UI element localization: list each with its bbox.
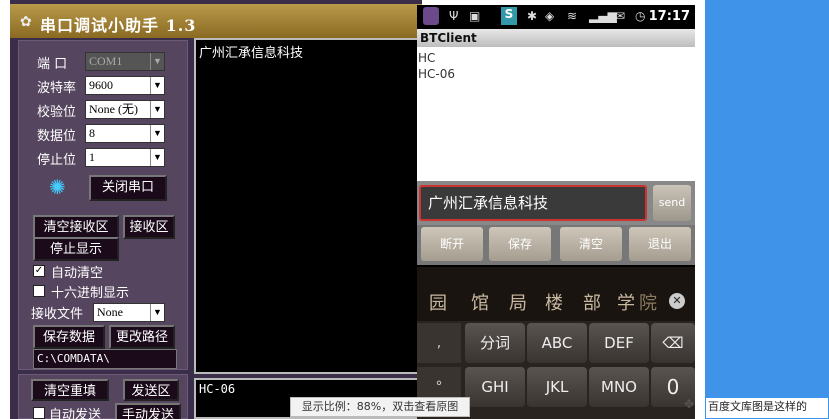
screenshot: ✿ 串口调试小助手 1.3 端 口 COM1 ▼ 波特率 9600 ▼ 校验位 No… <box>0 0 829 419</box>
port-label: 端 口 <box>37 57 68 72</box>
candidate[interactable]: 部 <box>583 289 601 315</box>
serial-assistant-window: ✿ 串口调试小助手 1.3 端 口 COM1 ▼ 波特率 9600 ▼ 校验位 No… <box>10 0 426 419</box>
clear-recv-button[interactable]: 清空接收区 <box>33 215 119 239</box>
auto-send-checkbox[interactable] <box>33 407 45 419</box>
vibrate-icon: ◈ <box>545 9 555 23</box>
send-button[interactable]: send <box>653 185 691 221</box>
send-area-button[interactable]: 发送区 <box>123 379 179 401</box>
key-fenci[interactable]: 分词 <box>465 323 525 363</box>
device-list: HC HC-06 <box>417 47 695 181</box>
recv-area-button[interactable]: 接收区 <box>123 215 175 239</box>
clear-resend-button[interactable]: 清空重填 <box>31 379 109 401</box>
window-title: 串口调试小助手 1.3 <box>40 16 197 35</box>
left-margin <box>0 0 10 419</box>
close-port-button[interactable]: 关闭串口 <box>89 175 167 201</box>
backspace-icon[interactable]: ⌫ <box>651 323 695 363</box>
key-ghi[interactable]: GHI <box>465 367 525 407</box>
chevron-down-icon: ▼ <box>150 149 164 166</box>
save-data-button[interactable]: 保存数据 <box>33 325 105 349</box>
settings-panel: 端 口 COM1 ▼ 波特率 9600 ▼ 校验位 None (无) ▼ 数据位 8 ▼… <box>18 40 188 370</box>
hex-display-checkbox[interactable] <box>33 285 45 297</box>
app-notification-icon <box>423 7 439 25</box>
key-mno[interactable]: MNO <box>589 367 649 407</box>
key-comma[interactable]: , <box>417 323 461 363</box>
signal-icon: ▂▄▆ <box>589 9 617 23</box>
stopbits-select[interactable]: 1 ▼ <box>85 148 165 167</box>
databits-label: 数据位 <box>37 129 77 144</box>
bluetooth-icon: ✱ <box>527 9 538 23</box>
device-item[interactable]: HC <box>418 51 694 67</box>
key-abc[interactable]: ABC <box>527 323 587 363</box>
chevron-down-icon: ▼ <box>150 53 164 70</box>
candidate[interactable]: 局 <box>509 289 527 315</box>
parity-label: 校验位 <box>37 105 77 120</box>
message-icon: ✉ <box>615 9 626 23</box>
stop-display-button[interactable]: 停止显示 <box>33 237 119 261</box>
android-phone-screen: Ψ ▣ S ✱ ◈ ≋ ▂▄▆ ✉ ◷ 17:17 BTClient HC HC… <box>417 5 695 419</box>
send-panel: 清空重填 发送区 自动发送 手动发送 <box>18 374 188 419</box>
key-jkl[interactable]: JKL <box>527 367 587 407</box>
move-icon: ✥ <box>684 397 695 411</box>
stopbits-label: 停止位 <box>37 153 77 168</box>
input-row: 广州汇承信息科技 send <box>417 181 695 225</box>
device-item[interactable]: HC-06 <box>418 67 694 83</box>
action-buttons: 断开 保存 清空 退出 <box>417 225 695 265</box>
auto-clear-label: 自动清空 <box>51 266 104 281</box>
save-button[interactable]: 保存 <box>489 227 551 261</box>
hex-display-label: 十六进制显示 <box>51 286 130 301</box>
chevron-down-icon: ▼ <box>150 77 164 94</box>
s-icon: S <box>501 7 517 25</box>
message-input[interactable]: 广州汇承信息科技 <box>419 185 647 221</box>
path-field[interactable]: C:\COMDATA\ <box>33 349 177 369</box>
clock: 17:17 <box>648 9 690 24</box>
chevron-down-icon: ▼ <box>150 101 164 118</box>
chevron-down-icon: ▼ <box>150 304 164 321</box>
zoom-tooltip: 显示比例：88%，双击查看原图 <box>290 397 470 417</box>
recv-file-label: 接收文件 <box>31 307 84 322</box>
recv-file-select[interactable]: None ▼ <box>93 303 165 322</box>
manual-send-button[interactable]: 手动发送 <box>115 403 181 419</box>
change-path-button[interactable]: 更改路径 <box>109 325 175 349</box>
app-icon: ✿ <box>20 14 32 30</box>
alarm-icon: ◷ <box>635 9 646 23</box>
key-def[interactable]: DEF <box>589 323 649 363</box>
footer-caption: 百度文库图是这样的 <box>706 398 828 418</box>
wifi-icon: ≋ <box>567 9 578 23</box>
parity-select[interactable]: None (无) ▼ <box>85 100 165 119</box>
background-blue <box>705 0 829 419</box>
candidate[interactable]: 学 <box>617 289 635 315</box>
exit-button[interactable]: 退出 <box>629 227 691 261</box>
close-icon[interactable]: ✕ <box>669 293 685 309</box>
auto-send-label: 自动发送 <box>49 408 102 419</box>
port-select[interactable]: COM1 ▼ <box>85 52 165 71</box>
candidate[interactable]: 园 <box>429 289 447 315</box>
usb-icon: Ψ <box>449 9 459 23</box>
databits-select[interactable]: 8 ▼ <box>85 124 165 143</box>
status-bar: Ψ ▣ S ✱ ◈ ≋ ▂▄▆ ✉ ◷ 17:17 <box>417 5 695 29</box>
disconnect-button[interactable]: 断开 <box>421 227 483 261</box>
receive-textarea[interactable]: 广州汇承信息科技 <box>194 38 426 374</box>
baud-label: 波特率 <box>37 81 77 96</box>
candidate[interactable]: 院 <box>639 289 657 315</box>
baud-select[interactable]: 9600 ▼ <box>85 76 165 95</box>
android-icon: ▣ <box>469 9 481 23</box>
title-bar: ✿ 串口调试小助手 1.3 <box>10 4 422 38</box>
status-light-icon: ✺ <box>49 175 66 199</box>
candidate-bar: 园 馆 局 楼 部 学 院 ✕ <box>417 289 695 317</box>
candidate[interactable]: 馆 <box>471 289 489 315</box>
clear-button[interactable]: 清空 <box>560 227 622 261</box>
app-title: BTClient <box>417 29 695 47</box>
chevron-down-icon: ▼ <box>150 125 164 142</box>
auto-clear-checkbox[interactable]: ✓ <box>33 265 45 277</box>
candidate[interactable]: 楼 <box>545 289 563 315</box>
